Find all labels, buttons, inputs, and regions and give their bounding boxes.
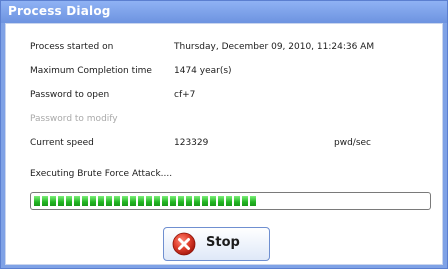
progress-segment [58,196,64,206]
password-open-row: Password to open cf+7 [30,90,430,102]
stop-button[interactable]: Stop [163,227,270,261]
progress-segment [186,196,192,206]
current-speed-label: Current speed [30,138,94,148]
current-speed-unit: pwd/sec [334,138,371,148]
x-circle-icon [172,232,196,256]
stop-button-label: Stop [206,235,240,250]
progress-segment [250,196,256,206]
progress-segment [74,196,80,206]
progress-segment [42,196,48,206]
progress-segment [66,196,72,206]
progress-segment [138,196,144,206]
process-dialog-window: Process Dialog Process started on Thursd… [0,0,448,269]
progress-segment [202,196,208,206]
progress-segment [122,196,128,206]
progress-bar [30,192,431,210]
progress-segment [178,196,184,206]
progress-segment [218,196,224,206]
progress-segment [154,196,160,206]
password-open-value: cf+7 [174,90,196,100]
progress-segment [106,196,112,206]
progress-segment [162,196,168,206]
progress-segment [210,196,216,206]
progress-fill [34,196,256,206]
max-completion-value: 1474 year(s) [174,66,232,76]
progress-segment [234,196,240,206]
progress-segment [50,196,56,206]
max-completion-label: Maximum Completion time [30,66,152,76]
window-title: Process Dialog [8,4,111,18]
progress-segment [34,196,40,206]
process-started-label: Process started on [30,42,114,52]
max-completion-row: Maximum Completion time 1474 year(s) [30,66,430,78]
progress-segment [146,196,152,206]
progress-segment [98,196,104,206]
progress-segment [226,196,232,206]
current-speed-row: Current speed 123329 pwd/sec [30,138,430,150]
progress-segment [242,196,248,206]
status-text: Executing Brute Force Attack.... [30,169,173,179]
password-modify-label: Password to modify [30,114,118,124]
password-modify-row: Password to modify [30,114,430,126]
password-open-label: Password to open [30,90,110,100]
current-speed-value: 123329 [174,138,209,148]
progress-segment [82,196,88,206]
progress-segment [114,196,120,206]
progress-segment [130,196,136,206]
process-started-row: Process started on Thursday, December 09… [30,42,430,54]
progress-segment [170,196,176,206]
progress-segment [194,196,200,206]
progress-segment [90,196,96,206]
title-bar[interactable]: Process Dialog [1,1,447,23]
dialog-body: Process started on Thursday, December 09… [5,23,443,265]
process-started-value: Thursday, December 09, 2010, 11:24:36 AM [174,42,375,52]
